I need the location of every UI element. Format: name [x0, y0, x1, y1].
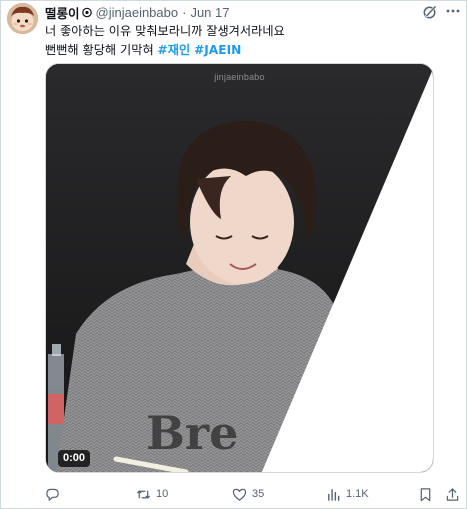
tweet-text-line-1: 너 좋아하는 이유 맞춰보라니까 잘생겨서라네요: [45, 24, 285, 38]
share-icon: [446, 487, 459, 501]
hashtag-link[interactable]: #재인: [158, 43, 191, 57]
views-count: 1.1K: [346, 488, 369, 500]
tweet-actions: 10 35 1.1K: [45, 485, 463, 503]
author-avatar[interactable]: [7, 3, 38, 34]
tweet-header: 떨롱이 @jinjaeinbabo · Jun 17: [45, 3, 230, 22]
retweet-button[interactable]: 10: [136, 485, 168, 503]
tweet-text-line-2-prefix: 뻔뻔해 황당해 기막혀: [45, 43, 158, 57]
retweet-icon: [136, 489, 151, 499]
author-display-name[interactable]: 떨롱이: [45, 3, 80, 22]
retweet-count: 10: [156, 488, 169, 500]
more-options-icon[interactable]: [445, 3, 461, 19]
avatar-image: [7, 3, 38, 34]
heart-icon: [232, 488, 247, 501]
views-chart-icon: [328, 488, 340, 501]
video-duration-badge: 0:00: [58, 450, 91, 467]
tweet-date[interactable]: Jun 17: [190, 5, 229, 20]
hashtag-link[interactable]: #JAEIN: [194, 43, 241, 57]
views-button[interactable]: 1.1K: [326, 485, 369, 503]
tweet-text: 너 좋아하는 이유 맞춰보라니까 잘생겨서라네요 뻔뻔해 황당해 기막혀 #재인…: [45, 22, 455, 60]
bookmark-button[interactable]: [418, 485, 433, 503]
svg-text:Bre: Bre: [146, 406, 238, 460]
reply-button[interactable]: [45, 485, 65, 503]
like-count: 35: [252, 488, 265, 500]
like-button[interactable]: 35: [232, 485, 264, 503]
grok-icon[interactable]: [422, 4, 438, 20]
video-player[interactable]: Bre jinjaeinbabo 0:00: [45, 63, 434, 473]
tweet-text-line-2: 뻔뻔해 황당해 기막혀 #재인 #JAEIN: [45, 41, 455, 60]
header-separator: ·: [182, 4, 187, 20]
video-frame: Bre: [46, 64, 433, 472]
author-handle[interactable]: @jinjaeinbabo: [96, 5, 179, 20]
video-watermark: jinjaeinbabo: [214, 72, 265, 82]
share-button[interactable]: [445, 485, 460, 503]
reply-icon: [46, 488, 59, 501]
tweet-card[interactable]: 떨롱이 @jinjaeinbabo · Jun 17 너 좋아하는 이유 맞춰보…: [0, 0, 467, 509]
bookmark-icon: [420, 487, 431, 501]
small-spiral-emoji-icon: [81, 6, 93, 18]
